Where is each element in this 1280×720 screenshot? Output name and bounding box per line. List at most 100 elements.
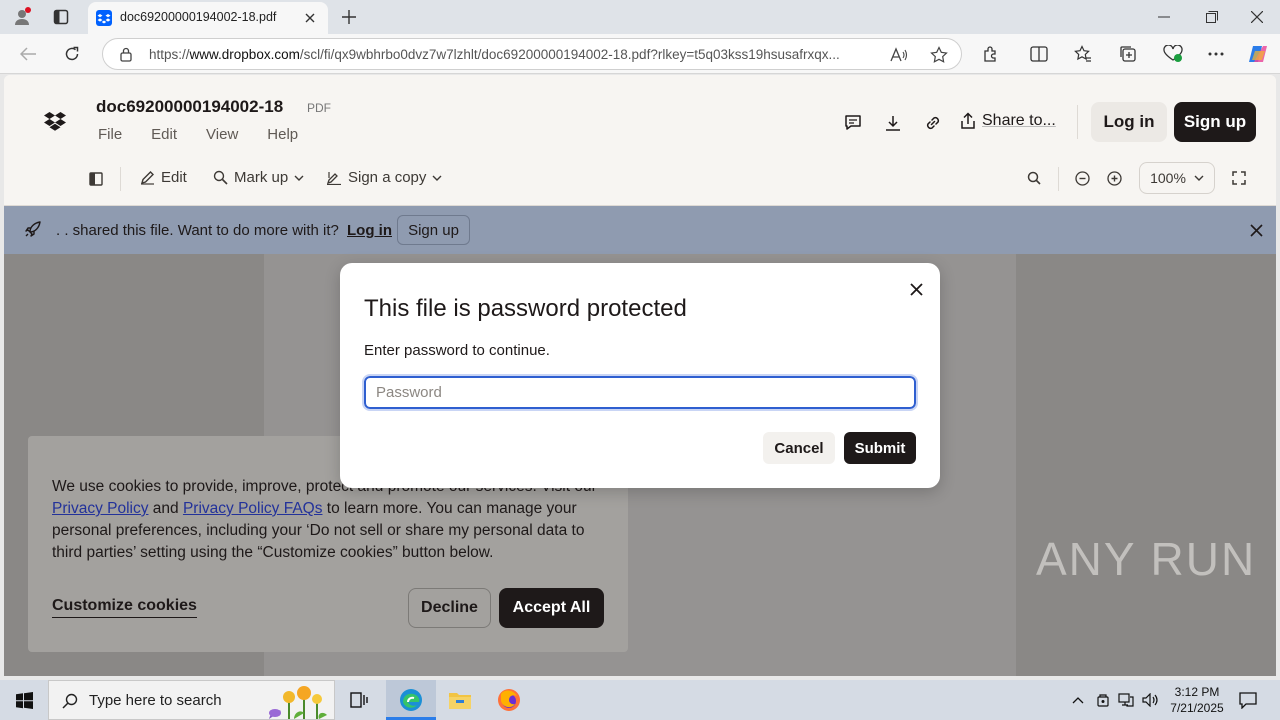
decline-button[interactable]: Decline — [408, 588, 491, 628]
extensions-icon[interactable] — [980, 43, 1002, 65]
back-icon[interactable] — [16, 43, 40, 65]
comment-icon[interactable] — [842, 112, 864, 134]
customize-cookies-button[interactable]: Customize cookies — [52, 597, 197, 618]
tray-overflow-chevron-icon[interactable] — [1068, 690, 1088, 710]
dialog-close-icon[interactable] — [904, 277, 928, 301]
pencil-icon — [140, 170, 155, 185]
shared-file-banner: . . shared this file. Want to do more wi… — [4, 206, 1276, 254]
banner-close-icon[interactable] — [1246, 220, 1266, 240]
menu-help[interactable]: Help — [267, 126, 298, 143]
address-bar-row: https://www.dropbox.com/scl/fi/qx9wbhrbo… — [0, 34, 1280, 74]
copy-link-icon[interactable] — [922, 112, 944, 134]
security-tray-icon[interactable] — [1093, 690, 1113, 710]
lock-icon[interactable] — [119, 47, 133, 62]
submit-button[interactable]: Submit — [844, 432, 916, 464]
dialog-title: This file is password protected — [364, 295, 687, 322]
menu-edit[interactable]: Edit — [151, 126, 177, 143]
chevron-down-icon — [294, 175, 304, 181]
privacy-faq-link[interactable]: Privacy Policy FAQs — [183, 500, 323, 517]
privacy-policy-link[interactable]: Privacy Policy — [52, 500, 148, 517]
banner-login-link[interactable]: Log in — [347, 222, 392, 239]
dialog-description: Enter password to continue. — [364, 342, 550, 359]
banner-signup-button[interactable]: Sign up — [397, 215, 470, 245]
sign-copy-label: Sign a copy — [348, 169, 427, 186]
search-icon — [62, 693, 78, 709]
share-button[interactable]: Share to... — [960, 112, 1056, 130]
password-input[interactable] — [362, 374, 918, 411]
taskbar-edge-active[interactable] — [386, 680, 436, 720]
network-icon[interactable] — [1116, 690, 1136, 710]
login-button[interactable]: Log in — [1091, 102, 1167, 142]
viewer-header: doc69200000194002-18 PDF File Edit View … — [4, 75, 1276, 206]
split-screen-icon[interactable] — [1028, 43, 1050, 65]
sidebar-toggle-icon[interactable] — [86, 169, 106, 189]
markup-icon — [213, 170, 228, 185]
more-menu-icon[interactable] — [1205, 43, 1227, 65]
firefox-icon[interactable] — [495, 688, 523, 712]
volume-icon[interactable] — [1140, 690, 1162, 710]
dropbox-logo-icon[interactable] — [44, 112, 66, 132]
zoom-in-icon[interactable] — [1104, 168, 1124, 188]
document-title: doc69200000194002-18 — [96, 97, 284, 116]
task-view-icon[interactable] — [345, 689, 373, 711]
browser-tabstrip: doc69200000194002-18.pdf — [0, 0, 1280, 34]
tab-actions-icon[interactable] — [50, 6, 72, 28]
clock-time: 3:12 PM — [1174, 685, 1220, 699]
markup-tool-button[interactable]: Mark up — [213, 169, 304, 186]
chevron-down-icon — [432, 175, 442, 181]
start-windows-icon[interactable] — [0, 680, 48, 720]
minimize-icon[interactable] — [1150, 6, 1178, 28]
search-icon[interactable] — [1024, 168, 1044, 188]
cookie-text-part: and — [148, 500, 183, 517]
cancel-button[interactable]: Cancel — [763, 432, 835, 464]
accept-all-button[interactable]: Accept All — [499, 588, 604, 628]
copilot-icon[interactable] — [1246, 42, 1270, 66]
file-menu-bar: File Edit View Help — [98, 126, 298, 143]
toolbar-divider — [1058, 167, 1059, 191]
collections-icon[interactable] — [1117, 43, 1139, 65]
taskbar-clock[interactable]: 3:12 PM 7/21/2025 — [1162, 684, 1232, 716]
banner-text: . . shared this file. Want to do more wi… — [56, 222, 339, 239]
menu-file[interactable]: File — [98, 126, 122, 143]
file-explorer-icon[interactable] — [446, 688, 474, 712]
fullscreen-icon[interactable] — [1229, 168, 1249, 188]
edge-browser-icon — [399, 688, 423, 712]
window-close-icon[interactable] — [1243, 6, 1271, 28]
tab-close-icon[interactable] — [302, 10, 318, 26]
taskbar-search-box[interactable]: Type here to search — [48, 680, 335, 720]
markup-tool-label: Mark up — [234, 169, 289, 186]
signup-button[interactable]: Sign up — [1174, 102, 1256, 142]
dropbox-favicon-icon — [96, 10, 112, 26]
menu-view[interactable]: View — [206, 126, 238, 143]
cookie-message: We use cookies to provide, improve, prot… — [52, 476, 612, 564]
favorite-star-icon[interactable] — [929, 45, 949, 65]
share-icon — [960, 112, 976, 130]
read-aloud-icon[interactable] — [889, 45, 909, 65]
browser-essentials-icon[interactable] — [1161, 43, 1185, 65]
browser-tab[interactable]: doc69200000194002-18.pdf — [88, 2, 328, 34]
edit-tool-label: Edit — [161, 169, 187, 186]
profile-icon[interactable] — [10, 6, 34, 28]
favorites-icon[interactable] — [1072, 43, 1094, 65]
edit-tool-button[interactable]: Edit — [140, 169, 187, 186]
zoom-out-icon[interactable] — [1072, 168, 1092, 188]
restore-icon[interactable] — [1198, 6, 1226, 28]
flowers-decoration-icon — [259, 683, 333, 719]
sign-copy-button[interactable]: Sign a copy — [326, 169, 442, 186]
watermark-text: ANY RUN — [1036, 533, 1257, 585]
refresh-icon[interactable] — [60, 43, 84, 65]
chevron-down-icon — [1194, 175, 1204, 181]
password-dialog: This file is password protected Enter pa… — [340, 263, 940, 488]
url-text: https://www.dropbox.com/scl/fi/qx9wbhrbo… — [149, 47, 840, 62]
zoom-select[interactable]: 100% — [1139, 162, 1215, 194]
tab-title: doc69200000194002-18.pdf — [120, 10, 277, 24]
notifications-icon[interactable] — [1236, 689, 1260, 711]
zoom-value: 100% — [1150, 170, 1186, 186]
new-tab-icon[interactable] — [338, 6, 360, 28]
document-type: PDF — [307, 101, 331, 115]
download-icon[interactable] — [882, 112, 904, 134]
share-label: Share to... — [982, 112, 1056, 129]
taskbar-search-placeholder: Type here to search — [89, 692, 222, 709]
url-field[interactable]: https://www.dropbox.com/scl/fi/qx9wbhrbo… — [102, 38, 962, 70]
clock-date: 7/21/2025 — [1170, 701, 1224, 715]
